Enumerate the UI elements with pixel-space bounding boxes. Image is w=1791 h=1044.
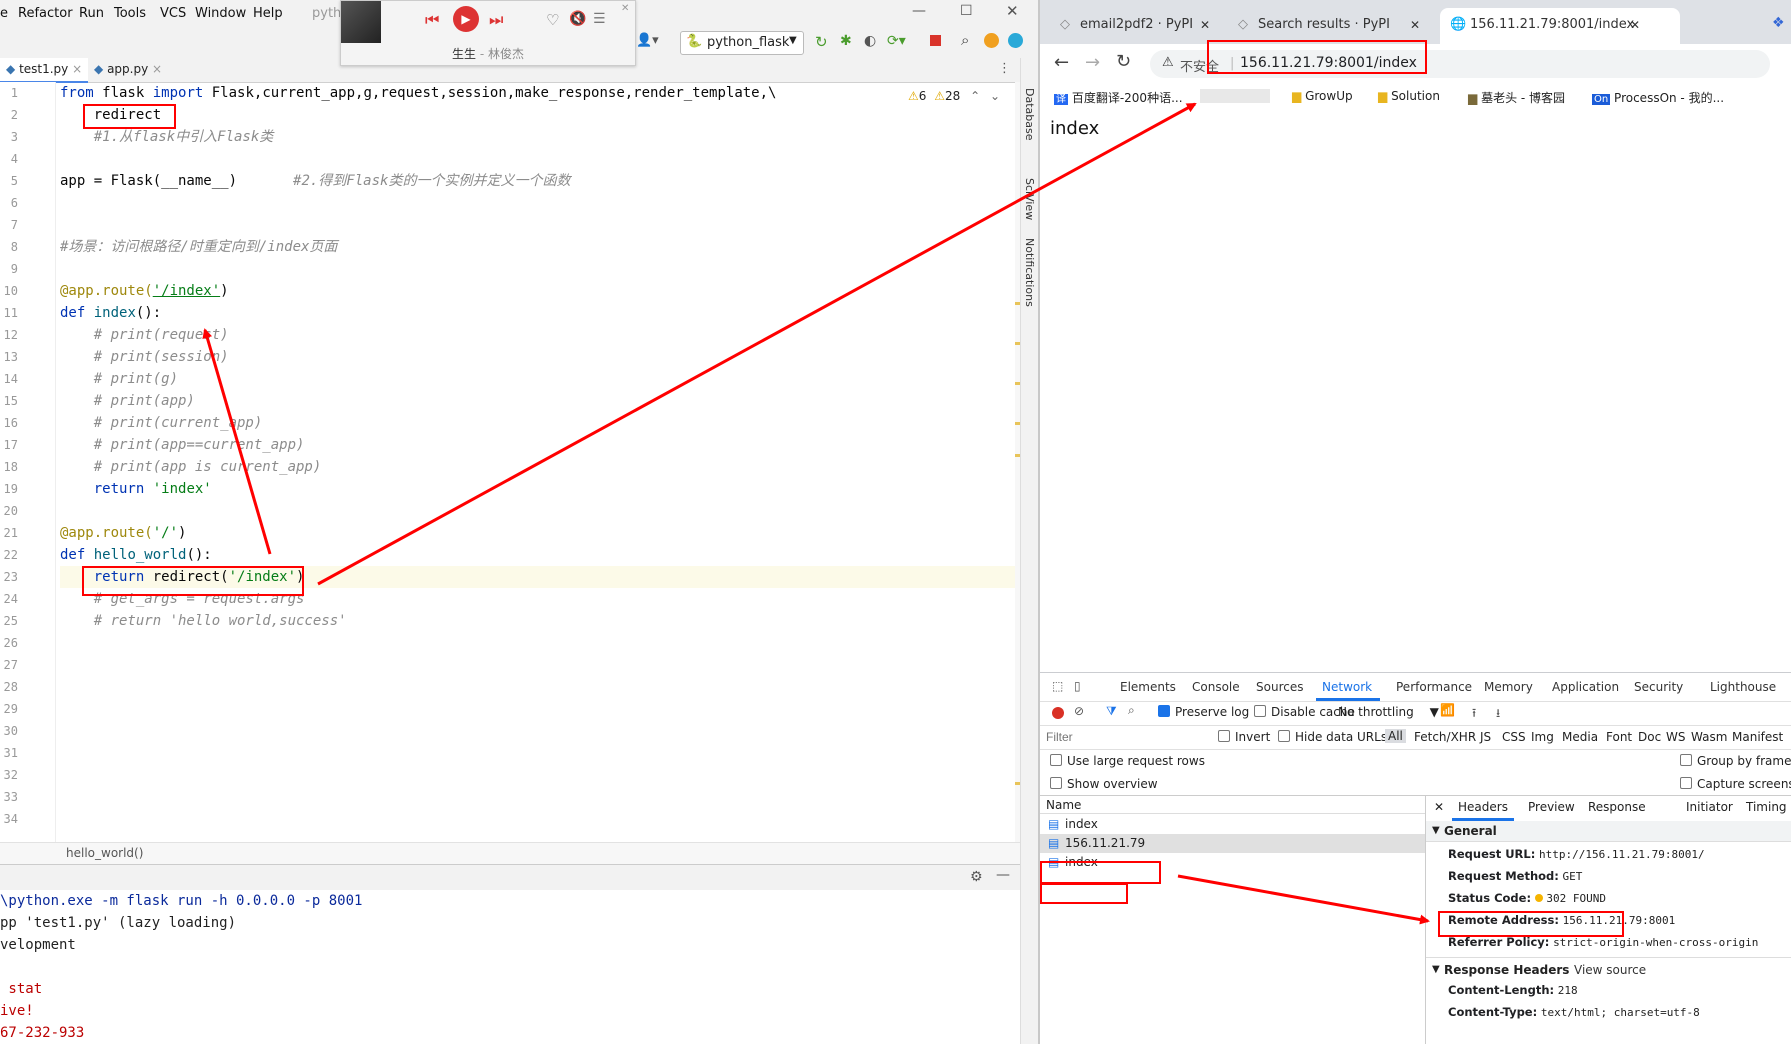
arrow-to-status-code [1177,874,1430,925]
arrow-to-redirect-import [202,328,272,555]
arrow-to-url [317,102,1197,586]
annotation-arrows [202,102,1430,925]
